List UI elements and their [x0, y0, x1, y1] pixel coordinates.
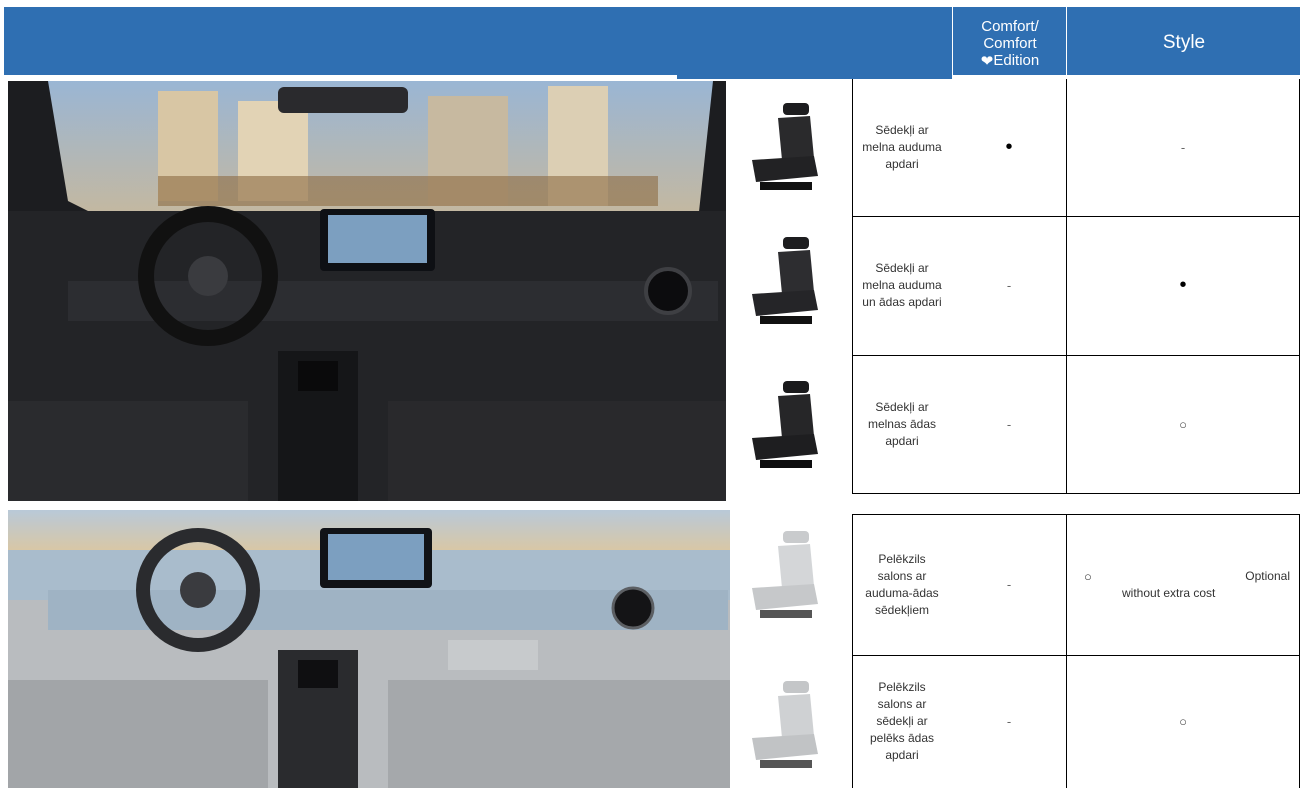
row3-comfort: -: [1006, 416, 1012, 432]
optional-note: ○ Optional without extra cost: [1066, 565, 1300, 605]
row1-comfort: •: [1005, 136, 1013, 158]
optional-ring: ○: [1084, 568, 1092, 584]
row4-desc: Pelēkzils salons ar auduma-ādas sēdekļie…: [865, 551, 939, 617]
header-style-column: Style: [1066, 7, 1301, 79]
seat-thumb-5: [738, 676, 828, 776]
optional-label: Optional: [1245, 568, 1290, 583]
header-style-label: Style: [1162, 32, 1206, 53]
row5-style: ○: [1179, 714, 1187, 729]
row5-desc: Pelēkzils salons ar sēdekļi ar pelēks ād…: [869, 680, 935, 762]
seat-thumb-3: [738, 376, 828, 476]
row1-style: -: [1180, 140, 1186, 155]
row4-comfort: -: [1006, 577, 1012, 592]
seat-thumb-4: [738, 526, 828, 626]
row2-desc: Sēdekļi ar melna auduma un ādas apdari: [862, 261, 942, 309]
row1-desc: Sēdekļi ar melna auduma apdari: [862, 123, 942, 171]
row2-comfort: -: [1006, 278, 1012, 293]
header-edition-label: Edition: [993, 51, 1040, 69]
seat-thumb-2: [738, 232, 828, 332]
row5-comfort: -: [1006, 714, 1012, 729]
row3-desc: Sēdekļi ar melnas ādas apdari: [867, 399, 937, 448]
interior-photo-dark: [8, 81, 726, 501]
grid-hline-3: [852, 493, 1300, 494]
heart-icon: ❤: [980, 52, 994, 70]
row3-style: ○: [1179, 416, 1187, 432]
row4-style: ○ Optional without extra cost: [1066, 514, 1300, 655]
interior-photo-light: [8, 510, 730, 788]
optional-note-label: without extra cost: [1122, 585, 1216, 600]
seat-thumb-1: [738, 98, 828, 198]
row2-style: •: [1179, 274, 1187, 296]
header-comfort-column: Comfort/ Comfort ❤Edition: [952, 7, 1067, 79]
header-comfort-label: Comfort/ Comfort: [981, 17, 1039, 52]
